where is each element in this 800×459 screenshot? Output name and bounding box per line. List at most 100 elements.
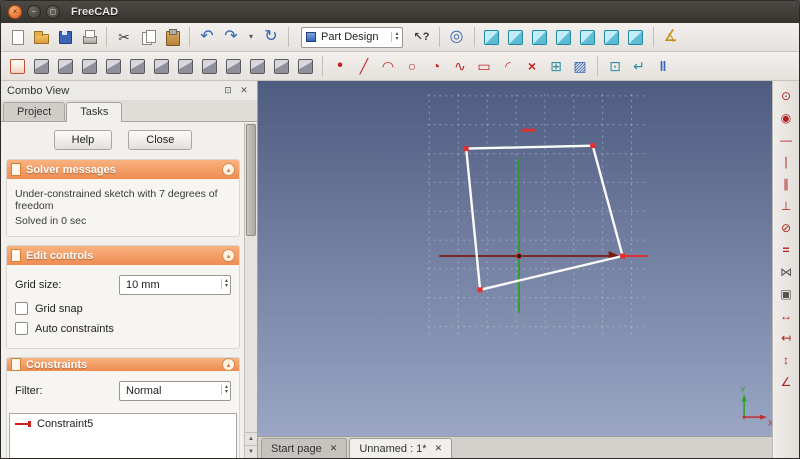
window-minimize-button[interactable]: − — [27, 5, 41, 19]
collapse-icon[interactable]: ▴ — [222, 163, 235, 176]
grid-snap-checkbox[interactable] — [15, 302, 28, 315]
workbench-spinner[interactable]: ▴ ▾ — [391, 32, 398, 42]
create-conic-button[interactable]: ◔ — [425, 55, 447, 77]
scrollbar-track[interactable] — [245, 237, 257, 432]
scaled-button[interactable] — [270, 55, 292, 77]
collapse-icon[interactable]: ▴ — [222, 249, 235, 262]
create-arc-button[interactable]: ◠ — [377, 55, 399, 77]
constraint-horizontal-button[interactable]: ― — [776, 130, 796, 150]
view-right-button[interactable] — [553, 26, 575, 48]
groove-button[interactable] — [102, 55, 124, 77]
view-front-button[interactable] — [505, 26, 527, 48]
constraint-perpendicular-button[interactable]: ⊥ — [776, 196, 796, 216]
auto-constraints-checkbox[interactable] — [15, 322, 28, 335]
create-polyline-button[interactable]: ∿ — [449, 55, 471, 77]
tab-start-page[interactable]: Start page ✕ — [261, 438, 347, 458]
undo-button[interactable]: ↶ — [196, 26, 218, 48]
mirrored-button[interactable] — [198, 55, 220, 77]
constraint-distance-button[interactable]: ↔ — [776, 306, 796, 326]
external-geometry-button[interactable]: ⊞ — [545, 55, 567, 77]
constraints-header[interactable]: Constraints ▴ — [7, 358, 239, 371]
dock-float-icon[interactable]: ⊡ — [221, 84, 235, 97]
grid-size-select[interactable]: 10 mm ▴ ▾ — [119, 275, 231, 295]
view-bottom-button[interactable] — [601, 26, 623, 48]
boolean-button[interactable] — [294, 55, 316, 77]
view-rear-button[interactable] — [577, 26, 599, 48]
window-close-button[interactable]: × — [8, 5, 22, 19]
open-file-button[interactable] — [30, 26, 52, 48]
revolution-button[interactable] — [78, 55, 100, 77]
solver-messages-header[interactable]: Solver messages ▴ — [7, 160, 239, 179]
view-axonometric-button[interactable] — [481, 26, 503, 48]
scroll-up-button[interactable]: ▲ — [245, 432, 257, 445]
create-fillet-button[interactable]: ◜ — [497, 55, 519, 77]
leave-sketch-button[interactable]: ↵ — [628, 55, 650, 77]
constraints-list[interactable]: Constraint5 — [9, 413, 237, 458]
close-button[interactable]: Close — [128, 130, 192, 150]
refresh-button[interactable]: ↻ — [260, 26, 282, 48]
constraint-equal-button[interactable]: = — [776, 240, 796, 260]
fit-all-button[interactable]: ◎ — [446, 26, 468, 48]
constraint-point-on-object-button[interactable]: ◉ — [776, 108, 796, 128]
create-line-button[interactable]: ╱ — [353, 55, 375, 77]
3d-viewport[interactable]: Y X — [258, 81, 772, 436]
linear-pattern-button[interactable] — [222, 55, 244, 77]
scrollbar-thumb[interactable] — [246, 124, 256, 236]
constraint-coincident-button[interactable]: ⊙ — [776, 86, 796, 106]
constraint-symmetric-button[interactable]: ⋈ — [776, 262, 796, 282]
constraint-parallel-button[interactable]: ∥ — [776, 174, 796, 194]
constraint-horizontal-distance-button[interactable]: ↤ — [776, 328, 796, 348]
edit-controls-header[interactable]: Edit controls ▴ — [7, 246, 239, 265]
collapse-icon[interactable]: ▴ — [222, 358, 235, 371]
create-circle-button[interactable]: ○ — [401, 55, 423, 77]
create-rectangle-button[interactable]: ▭ — [473, 55, 495, 77]
cut-button[interactable]: ✂ — [113, 26, 135, 48]
workbench-selector[interactable]: Part Design ▴ ▾ — [301, 27, 403, 48]
copy-button[interactable] — [137, 26, 159, 48]
fillet-solid-button[interactable] — [126, 55, 148, 77]
trim-edge-button[interactable]: × — [521, 55, 543, 77]
filter-select[interactable]: Normal ▴ ▾ — [119, 381, 231, 401]
new-file-button[interactable] — [6, 26, 28, 48]
whatsthis-button[interactable]: ↖? — [411, 26, 433, 48]
redo-button[interactable]: ↷ — [220, 26, 242, 48]
pocket-button[interactable] — [54, 55, 76, 77]
save-button[interactable] — [54, 26, 76, 48]
dock-close-icon[interactable]: ✕ — [237, 84, 251, 97]
constraint-tangent-button[interactable]: ⊘ — [776, 218, 796, 238]
constraint-vertical-button[interactable]: ∣ — [776, 152, 796, 172]
grid-size-spinner[interactable]: ▴ ▾ — [221, 279, 228, 289]
polar-pattern-button[interactable] — [246, 55, 268, 77]
constraint-lock-button[interactable]: ▣ — [776, 284, 796, 304]
toggle-grid-button[interactable]: ⊡ — [604, 55, 626, 77]
print-button[interactable] — [78, 26, 100, 48]
constraint-vertical-distance-button[interactable]: ↕ — [776, 350, 796, 370]
scroll-down-button[interactable]: ▼ — [245, 445, 257, 458]
help-button[interactable]: Help — [54, 130, 113, 150]
origin-point[interactable] — [516, 253, 521, 258]
view-top-button[interactable] — [529, 26, 551, 48]
viewport-canvas[interactable]: Y X — [258, 81, 772, 436]
redo-dropdown-arrow-icon[interactable]: ▾ — [244, 26, 258, 48]
draft-button[interactable] — [174, 55, 196, 77]
constraint-angle-button[interactable]: ∠ — [776, 372, 796, 392]
view-left-button[interactable] — [625, 26, 647, 48]
tab-close-icon[interactable]: ✕ — [330, 443, 338, 454]
list-item[interactable]: Constraint5 — [13, 417, 233, 431]
tab-close-icon[interactable]: ✕ — [435, 443, 443, 454]
new-sketch-button[interactable] — [6, 55, 28, 77]
horizontal-constraint-icon[interactable] — [521, 129, 535, 132]
paste-button[interactable] — [161, 26, 183, 48]
construction-mode-button[interactable]: ▨ — [569, 55, 591, 77]
mirror-sketch-button[interactable]: ‖ — [652, 55, 674, 77]
window-maximize-button[interactable]: ◻ — [46, 5, 60, 19]
chamfer-button[interactable] — [150, 55, 172, 77]
measure-button[interactable]: ∡ — [660, 26, 682, 48]
filter-spinner[interactable]: ▴ ▾ — [221, 385, 228, 395]
create-point-button[interactable]: • — [329, 55, 351, 77]
tab-project[interactable]: Project — [3, 102, 65, 121]
titlebar[interactable]: × − ◻ FreeCAD — [1, 1, 799, 23]
tab-tasks[interactable]: Tasks — [66, 102, 122, 122]
panel-scrollbar[interactable]: ▲ ▼ — [244, 123, 257, 458]
pad-button[interactable] — [30, 55, 52, 77]
